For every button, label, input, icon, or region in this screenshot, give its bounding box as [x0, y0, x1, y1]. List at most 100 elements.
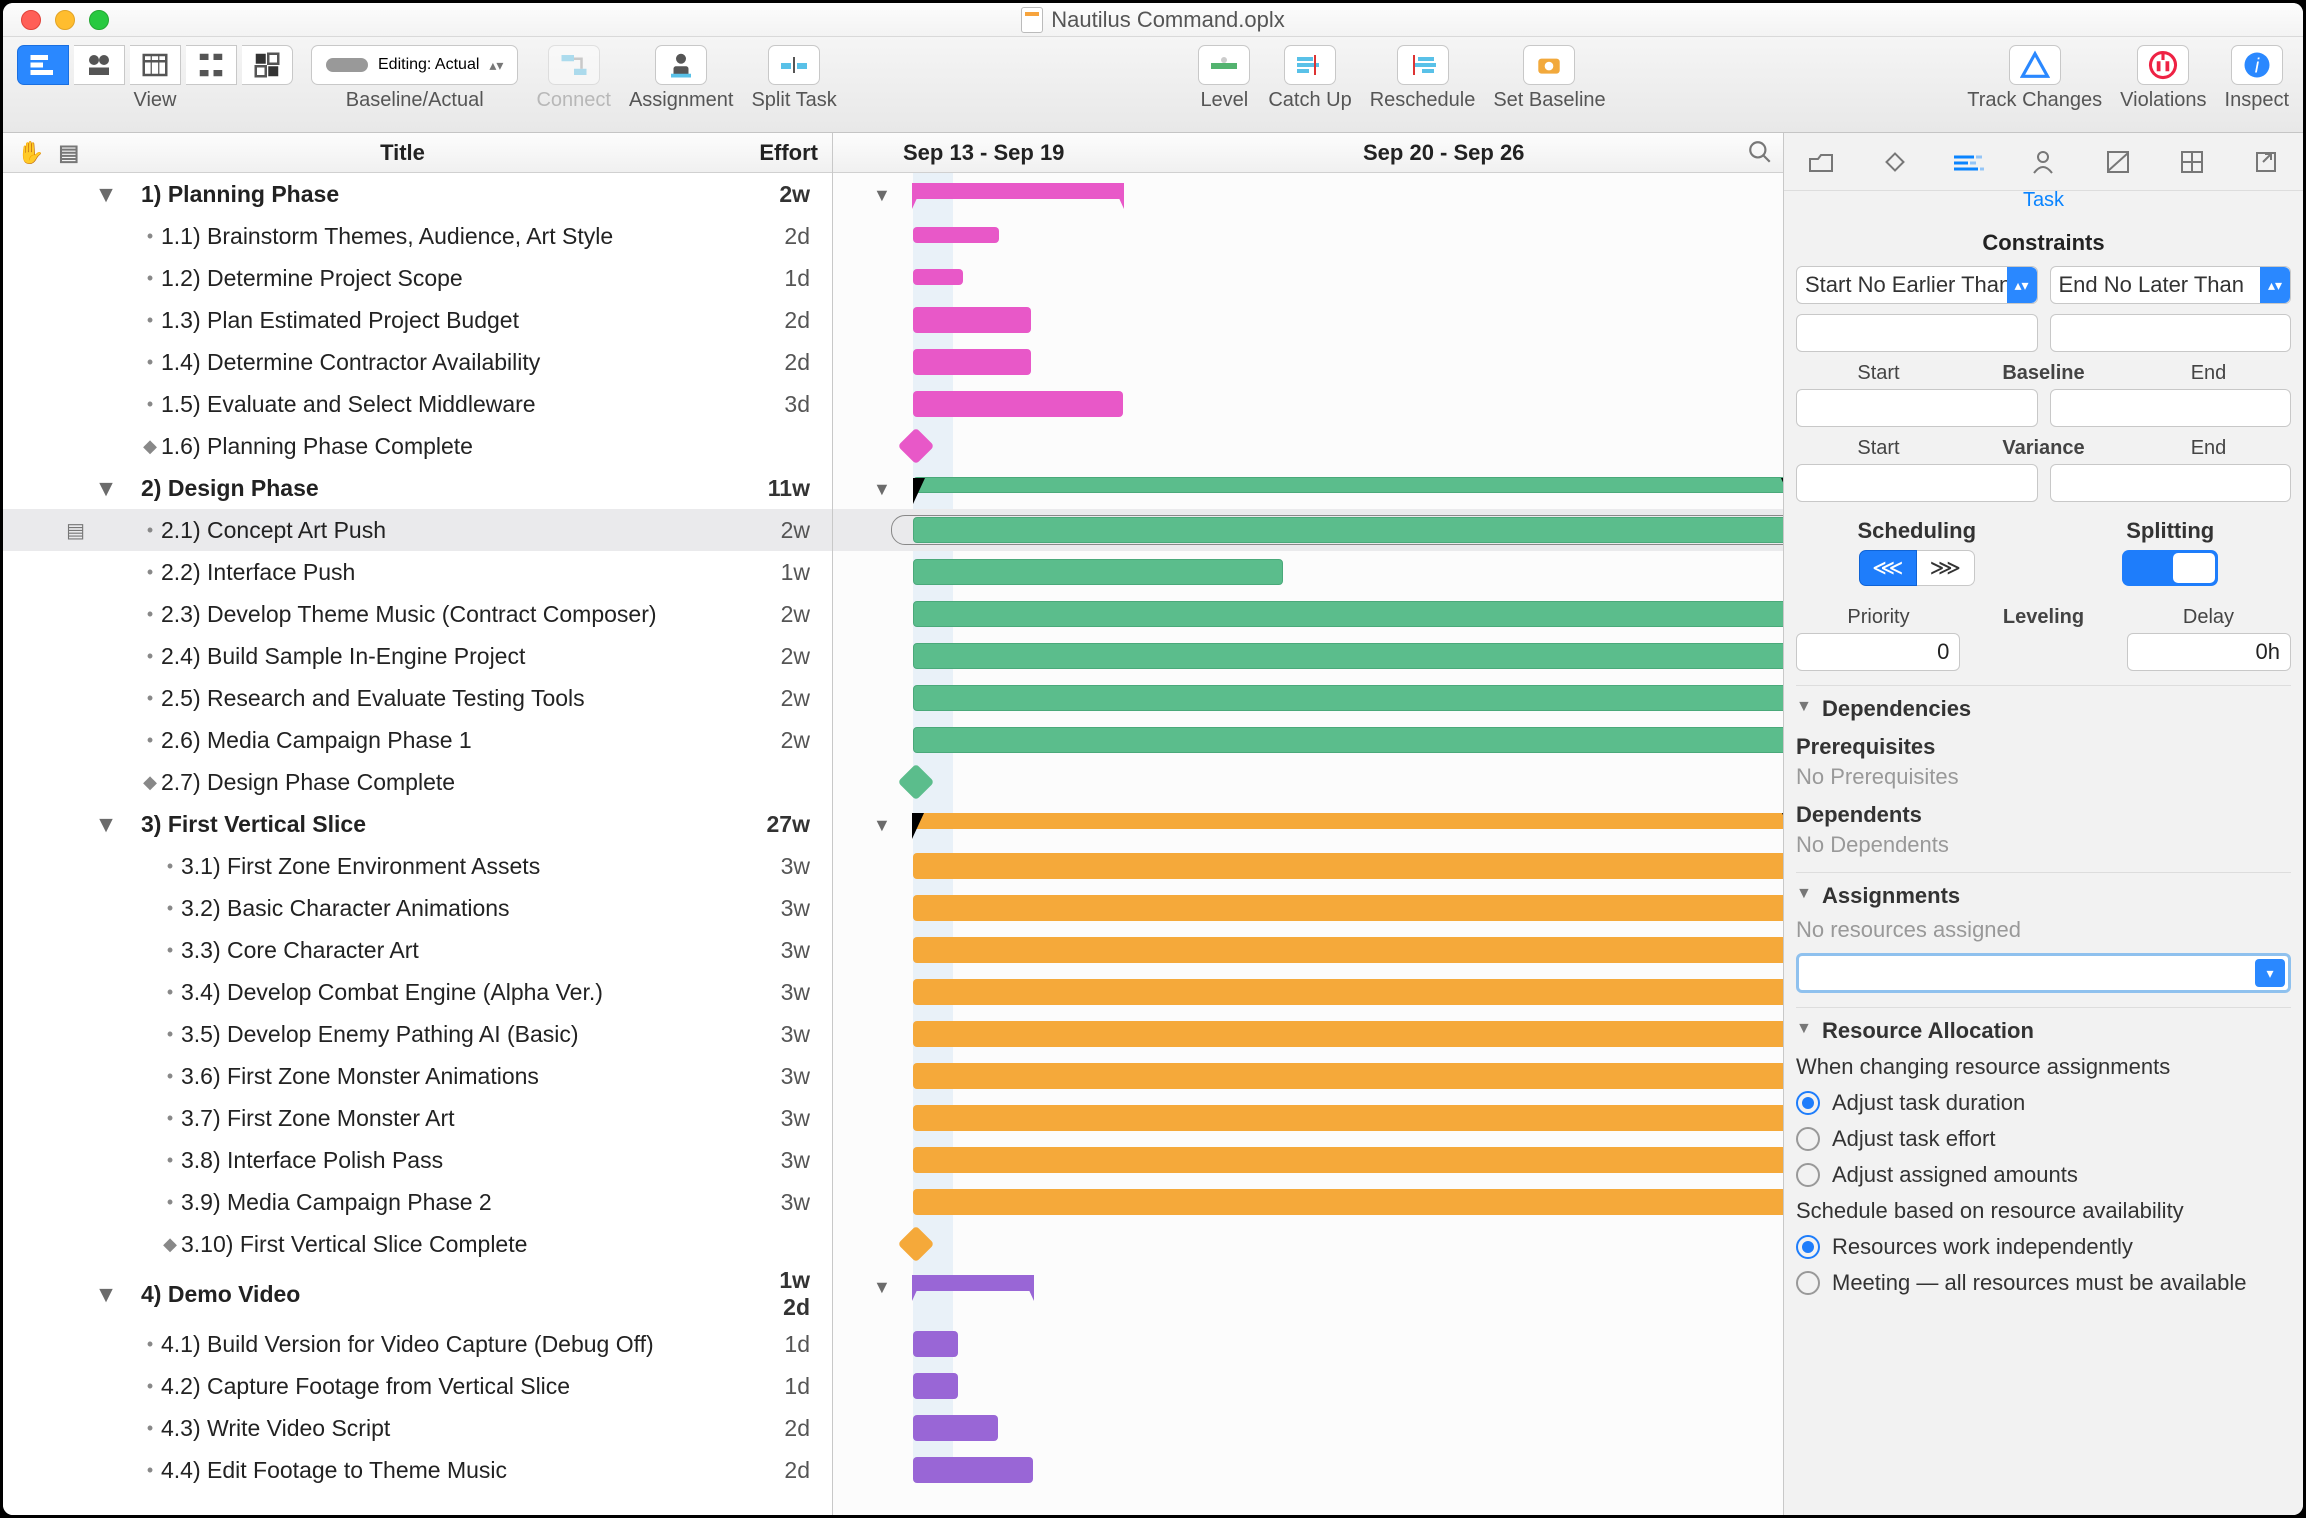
gantt-row[interactable] [833, 551, 1783, 593]
task-row[interactable]: ◆1.6) Planning Phase Complete [3, 425, 832, 467]
gantt-row[interactable] [833, 677, 1783, 719]
task-row[interactable]: •3.3) Core Character Art3w [3, 929, 832, 971]
gantt-milestone[interactable] [898, 764, 935, 801]
gantt-row[interactable] [833, 971, 1783, 1013]
gantt-bar[interactable] [913, 269, 963, 285]
gantt-disclosure[interactable]: ▼ [873, 1277, 891, 1298]
gantt-bar[interactable] [913, 1021, 1783, 1047]
gantt-bar[interactable] [913, 477, 1783, 493]
baseline-end-input[interactable] [2050, 389, 2292, 427]
gantt-bar[interactable] [913, 813, 1783, 829]
gantt-bar[interactable] [913, 895, 1783, 921]
task-row[interactable]: •3.7) First Zone Monster Art3w [3, 1097, 832, 1139]
task-row[interactable]: •2.3) Develop Theme Music (Contract Comp… [3, 593, 832, 635]
inspector-tab-milestones[interactable] [1868, 142, 1922, 182]
gantt-bar[interactable] [913, 643, 1783, 669]
gantt-bar[interactable] [913, 227, 999, 243]
gantt-bar[interactable] [913, 1105, 1783, 1131]
view-gantt-button[interactable] [17, 45, 69, 85]
gantt-disclosure[interactable]: ▼ [873, 185, 891, 206]
gantt-row[interactable] [833, 299, 1783, 341]
sb-option-independent[interactable]: Resources work independently [1796, 1234, 2291, 1260]
gantt-bar[interactable] [913, 727, 1783, 753]
gantt-bar[interactable] [913, 979, 1783, 1005]
gantt-bar[interactable] [913, 1063, 1783, 1089]
delay-input[interactable]: 0h [2127, 633, 2291, 671]
gantt-bar[interactable] [913, 1373, 958, 1399]
inspector-tab-export[interactable] [2239, 142, 2293, 182]
task-row[interactable]: •1.2) Determine Project Scope1d [3, 257, 832, 299]
inspector-tab-resource[interactable] [2016, 142, 2070, 182]
gantt-bar[interactable] [913, 937, 1783, 963]
task-row[interactable]: •3.8) Interface Polish Pass3w [3, 1139, 832, 1181]
task-row[interactable]: •2.6) Media Campaign Phase 12w [3, 719, 832, 761]
column-effort[interactable]: Effort [712, 140, 832, 166]
gantt-row[interactable]: ▼ [833, 173, 1783, 215]
catchup-button[interactable] [1284, 45, 1336, 85]
variance-end-input[interactable] [2050, 464, 2292, 502]
gantt-milestone[interactable] [898, 1226, 935, 1263]
gantt-row[interactable] [833, 887, 1783, 929]
gantt-row[interactable]: ▼ [833, 1265, 1783, 1323]
split-task-button[interactable] [768, 45, 820, 85]
gantt-row[interactable] [833, 1323, 1783, 1365]
task-row[interactable]: •2.4) Build Sample In-Engine Project2w [3, 635, 832, 677]
inspector-tab-styles[interactable] [2091, 142, 2145, 182]
task-row[interactable]: •1.1) Brainstorm Themes, Audience, Art S… [3, 215, 832, 257]
gantt-row[interactable] [833, 1181, 1783, 1223]
task-row[interactable]: ◆2.7) Design Phase Complete [3, 761, 832, 803]
gantt-row[interactable] [833, 845, 1783, 887]
disclosure-triangle[interactable]: ▼ [93, 475, 119, 502]
task-row[interactable]: ▼3) First Vertical Slice27w [3, 803, 832, 845]
gantt-bar[interactable] [913, 1415, 998, 1441]
gantt-row[interactable] [833, 383, 1783, 425]
end-constraint-dropdown[interactable]: End No Later Than▴▾ [2050, 266, 2292, 304]
gantt-row[interactable] [833, 593, 1783, 635]
gantt-bar[interactable] [913, 1189, 1783, 1215]
gantt-row[interactable] [833, 1139, 1783, 1181]
baseline-start-input[interactable] [1796, 389, 2038, 427]
gantt-row[interactable] [833, 425, 1783, 467]
gantt-row[interactable] [833, 1097, 1783, 1139]
gantt-row[interactable] [833, 215, 1783, 257]
gantt-row[interactable] [833, 929, 1783, 971]
assignments-disclosure[interactable]: ▼ [1796, 885, 1812, 903]
track-changes-button[interactable] [2009, 45, 2061, 85]
scheduling-asap-button[interactable]: ⋘ [1859, 550, 1917, 586]
gantt-row[interactable] [833, 1365, 1783, 1407]
disclosure-triangle[interactable]: ▼ [93, 811, 119, 838]
gantt-milestone[interactable] [898, 428, 935, 465]
scheduling-alap-button[interactable]: ⋙ [1917, 550, 1975, 586]
baseline-actual-dropdown[interactable]: Editing: Actual ▴▾ [311, 45, 518, 85]
inspect-button[interactable]: i [2231, 45, 2283, 85]
gantt-row[interactable] [833, 1055, 1783, 1097]
task-row[interactable]: •1.3) Plan Estimated Project Budget2d [3, 299, 832, 341]
task-row[interactable]: •3.1) First Zone Environment Assets3w [3, 845, 832, 887]
violations-button[interactable] [2137, 45, 2189, 85]
inspector-tab-task[interactable] [1942, 142, 1996, 182]
view-network-button[interactable] [186, 45, 237, 85]
gantt-bar[interactable] [913, 601, 1783, 627]
task-row[interactable]: •4.4) Edit Footage to Theme Music2d [3, 1449, 832, 1491]
task-row[interactable]: ▼1) Planning Phase2w [3, 173, 832, 215]
close-button[interactable] [21, 10, 41, 30]
gantt-bar[interactable] [913, 1331, 958, 1357]
start-constraint-dropdown[interactable]: Start No Earlier Than▴▾ [1796, 266, 2038, 304]
task-row[interactable]: ▼4) Demo Video1w2d [3, 1265, 832, 1323]
task-row[interactable]: •4.2) Capture Footage from Vertical Slic… [3, 1365, 832, 1407]
view-resources-button[interactable] [74, 45, 125, 85]
gantt-bar[interactable] [913, 349, 1031, 375]
inspector-tab-project[interactable] [1794, 142, 1848, 182]
gantt-bar[interactable] [913, 183, 1123, 199]
end-constraint-date[interactable] [2050, 314, 2292, 352]
disclosure-triangle[interactable]: ▼ [93, 1281, 119, 1308]
reschedule-button[interactable] [1397, 45, 1449, 85]
gantt-bar[interactable] [913, 1457, 1033, 1483]
task-row[interactable]: ▤•2.1) Concept Art Push2w [3, 509, 832, 551]
dependencies-disclosure[interactable]: ▼ [1796, 698, 1812, 716]
resourcealloc-disclosure[interactable]: ▼ [1796, 1020, 1812, 1038]
zoom-button[interactable] [89, 10, 109, 30]
gantt-row[interactable] [833, 257, 1783, 299]
column-title[interactable]: Title [93, 140, 712, 166]
task-row[interactable]: •3.9) Media Campaign Phase 23w [3, 1181, 832, 1223]
